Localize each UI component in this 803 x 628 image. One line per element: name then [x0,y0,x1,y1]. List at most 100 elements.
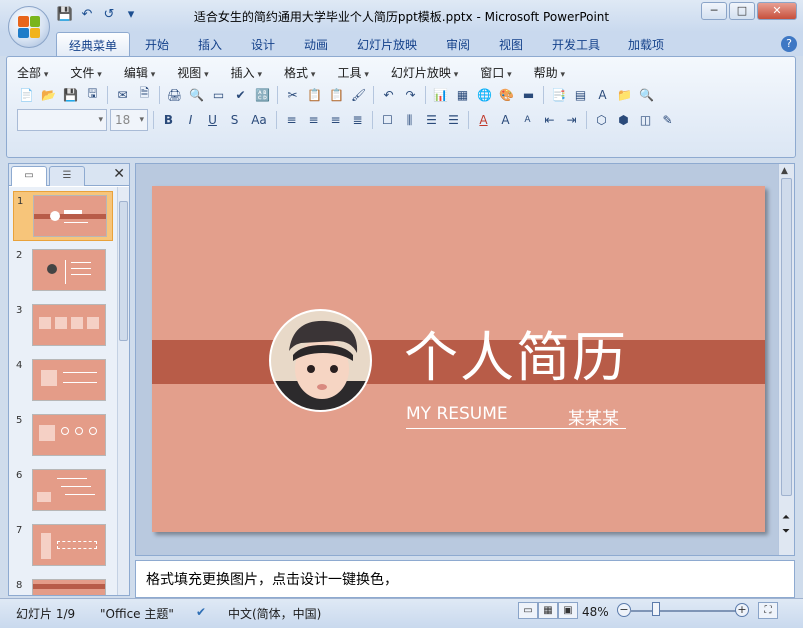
shrink-font-icon[interactable]: A [518,111,537,130]
research-icon[interactable]: 🔠 [253,85,272,104]
slide-thumbnail[interactable]: 8 [13,576,113,595]
undo-icon[interactable]: ↶ [379,85,398,104]
slide-thumbnail[interactable]: 4 [13,356,113,406]
spelling-icon[interactable]: ✔ [231,85,250,104]
increase-indent-icon[interactable]: ⇥ [562,111,581,130]
menu-view[interactable]: 视图 [177,64,208,81]
tab-insert[interactable]: 插入 [198,36,222,53]
zoom-in-icon[interactable]: + [735,603,749,617]
zoom-level[interactable]: 48% [582,605,609,619]
menu-slideshow[interactable]: 幻灯片放映 [391,64,458,81]
slide-title[interactable]: 个人简历 [404,326,628,390]
italic-button[interactable]: I [181,111,200,130]
language[interactable]: 中文(简体，中国) [228,605,321,622]
zoom-slider-knob[interactable] [652,602,660,616]
textbox-icon[interactable]: A [593,85,612,104]
notes-text[interactable]: 格式填充更换图片，点击设计一键换色， [146,569,398,589]
chart-icon[interactable]: 📊 [431,85,450,104]
grow-font-icon[interactable]: A [496,111,515,130]
copy-icon[interactable]: 📋 [305,85,324,104]
bold-button[interactable]: B [159,111,178,130]
tab-outline[interactable]: ☰ [49,166,85,186]
find-icon[interactable]: 🔍 [637,85,656,104]
save-as-icon[interactable]: 🖫 [83,85,102,104]
new-slide-icon[interactable]: 📑 [549,85,568,104]
scrollbar-thumb[interactable] [119,201,128,341]
tab-animations[interactable]: 动画 [304,36,328,53]
previous-slide-icon[interactable]: ⏶ [782,512,790,523]
grayscale-icon[interactable]: ▬ [519,85,538,104]
slide-thumbnail[interactable]: 1 [13,191,113,241]
menu-insert[interactable]: 插入 [231,64,262,81]
folder-icon[interactable]: 📁 [615,85,634,104]
paste-icon[interactable]: 📋 [327,85,346,104]
menu-window[interactable]: 窗口 [480,64,511,81]
tab-slides[interactable]: ▭ [11,166,47,186]
change-case-button[interactable]: Aa [247,111,271,130]
spelling-check-icon[interactable]: ✔ [196,605,206,619]
font-color-icon[interactable]: A [474,111,493,130]
color-icon[interactable]: 🎨 [497,85,516,104]
slide-thumbnail[interactable]: 5 [13,411,113,461]
tab-view[interactable]: 视图 [499,36,523,53]
justify-icon[interactable]: ≣ [348,111,367,130]
tab-home[interactable]: 开始 [145,36,169,53]
pdf-icon[interactable]: 🗎 [135,85,154,104]
help-icon[interactable]: ? [781,36,797,52]
close-panel-icon[interactable]: ✕ [113,166,125,182]
slideshow-button[interactable]: ▣ [558,602,578,619]
redo-icon[interactable]: ↷ [401,85,420,104]
align-left-icon[interactable]: ≡ [282,111,301,130]
canvas-scrollbar[interactable]: ▲ ⏶ ⏷ [778,164,794,555]
new-icon[interactable]: 📄 [17,85,36,104]
tab-addins[interactable]: 加载项 [628,36,664,53]
slide-canvas[interactable]: 个人简历 MY RESUME 某某某 [152,186,765,532]
normal-view-button[interactable]: ▭ [518,602,538,619]
shadow-button[interactable]: S [225,111,244,130]
maximize-button[interactable]: □ [729,2,755,20]
bullets-icon[interactable]: ☰ [444,111,463,130]
mail-icon[interactable]: ✉ [113,85,132,104]
font-family-select[interactable] [17,109,107,131]
quick-styles-icon[interactable]: ◫ [636,111,655,130]
cut-icon[interactable]: ✂ [283,85,302,104]
menu-help[interactable]: 帮助 [534,64,565,81]
notes-pane[interactable]: 格式填充更换图片，点击设计一键换色， [135,560,795,598]
decrease-indent-icon[interactable]: ⇤ [540,111,559,130]
menu-tools[interactable]: 工具 [337,64,368,81]
menu-all[interactable]: 全部 [17,64,48,81]
tab-review[interactable]: 审阅 [446,36,470,53]
slide-sorter-button[interactable]: ▦ [538,602,558,619]
frame-icon[interactable]: ▭ [209,85,228,104]
print-preview-icon[interactable]: 🔍 [187,85,206,104]
profile-photo[interactable] [269,309,372,412]
numbering-icon[interactable]: ☰ [422,111,441,130]
slide-thumbnail[interactable]: 7 [13,521,113,571]
next-slide-icon[interactable]: ⏷ [782,526,790,537]
zoom-slider[interactable] [630,610,738,612]
columns-icon[interactable]: ⫼ [400,111,419,130]
tab-developer[interactable]: 开发工具 [552,36,600,53]
office-button[interactable] [8,6,50,48]
format-painter-icon[interactable]: 🖌 [349,85,368,104]
close-button[interactable]: ✕ [757,2,797,20]
tab-design[interactable]: 设计 [251,36,275,53]
slide-subtitle[interactable]: MY RESUME [406,404,508,424]
align-right-icon[interactable]: ≡ [326,111,345,130]
thumbnail-scrollbar[interactable] [117,187,129,595]
print-icon[interactable]: 🖨 [165,85,184,104]
minimize-button[interactable]: ─ [701,2,727,20]
shapes-icon[interactable]: ⬡ [592,111,611,130]
arrange-icon[interactable]: ⬢ [614,111,633,130]
save-icon[interactable]: 💾 [61,85,80,104]
layout-icon[interactable]: ▤ [571,85,590,104]
slide-thumbnail[interactable]: 3 [13,301,113,351]
slide-name[interactable]: 某某某 [568,404,619,429]
tab-slideshow[interactable]: 幻灯片放映 [357,36,417,53]
underline-button[interactable]: U [203,111,222,130]
hyperlink-icon[interactable]: 🌐 [475,85,494,104]
align-center-icon[interactable]: ≡ [304,111,323,130]
shape-fill-icon[interactable]: ✎ [658,111,677,130]
slide-thumbnail[interactable]: 2 [13,246,113,296]
fit-to-window-icon[interactable]: ⛶ [758,602,778,619]
